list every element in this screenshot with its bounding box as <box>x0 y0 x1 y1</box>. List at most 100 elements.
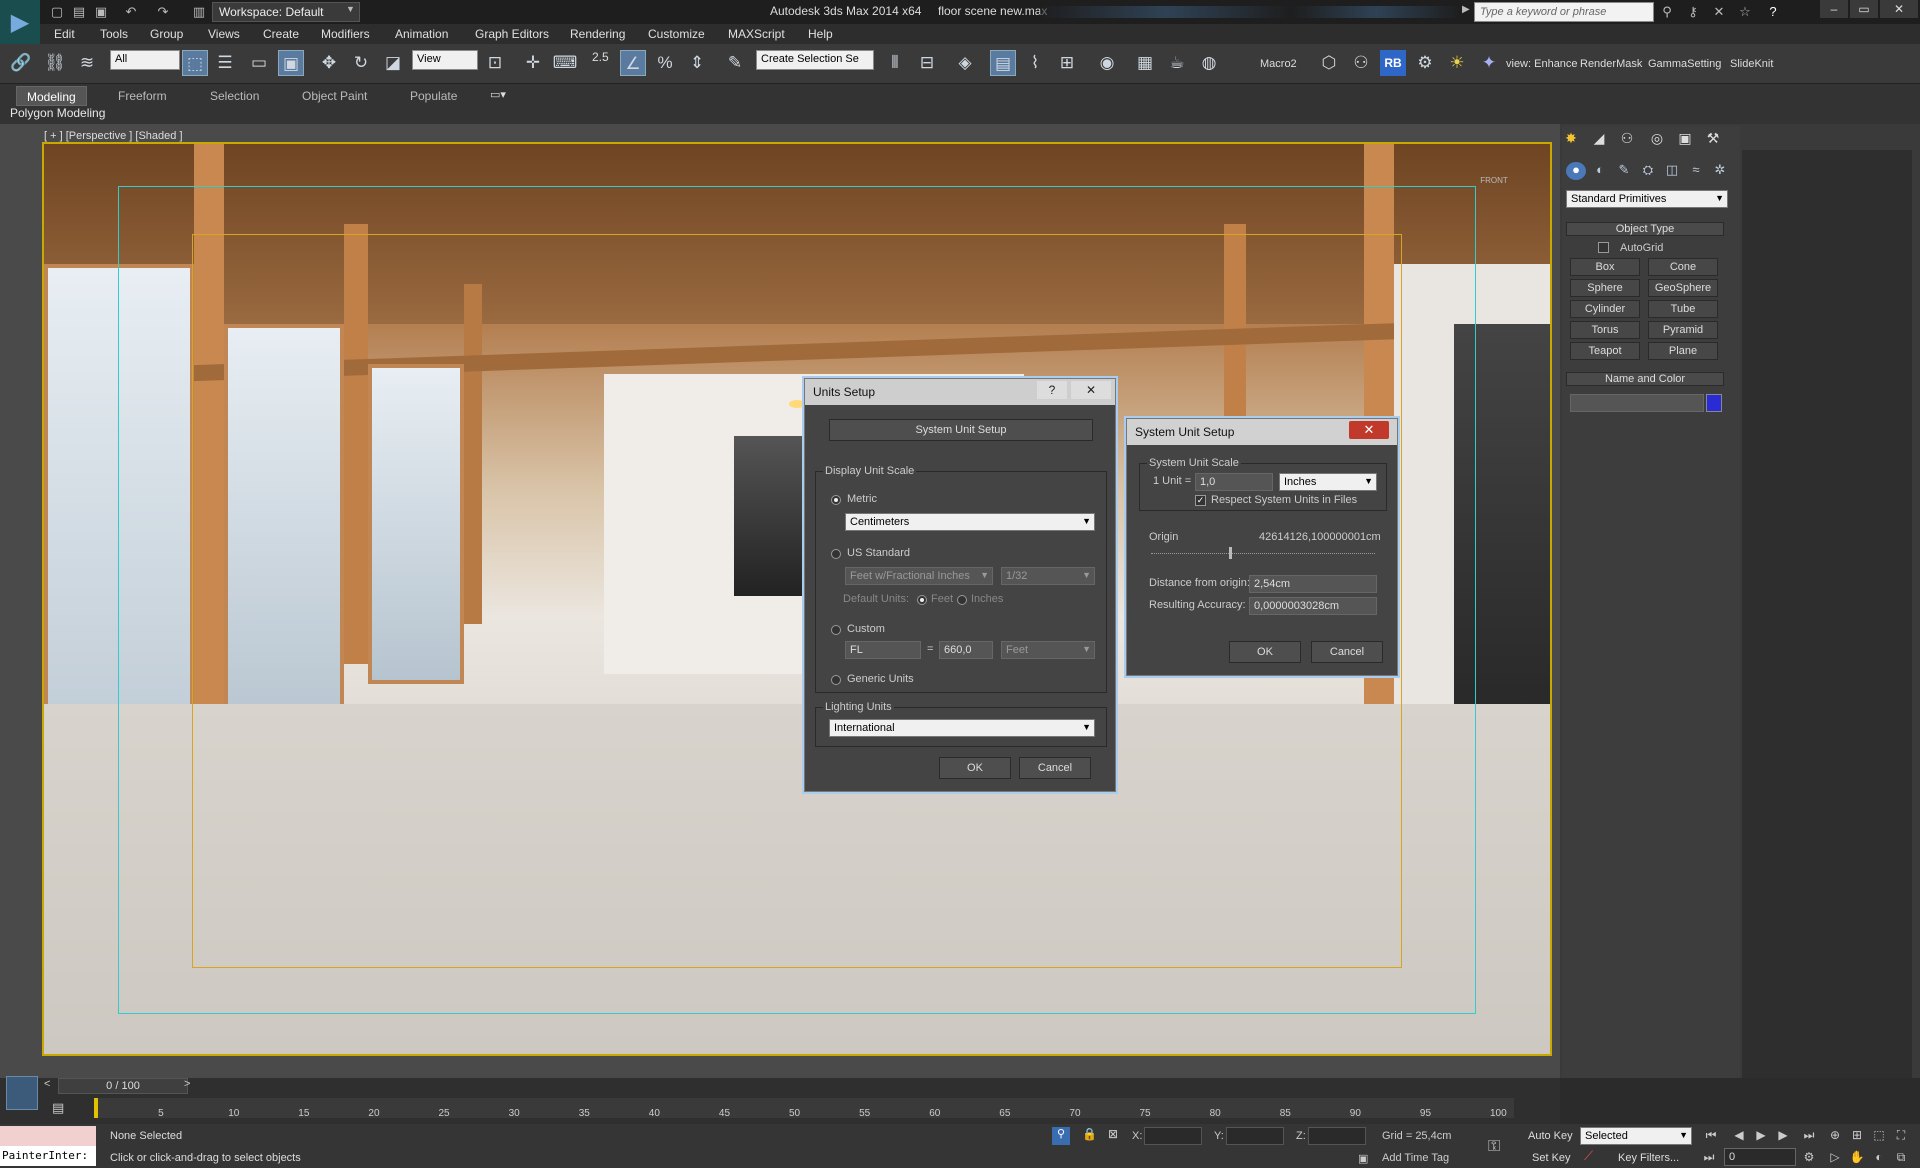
close-button[interactable]: ✕ <box>1071 381 1111 399</box>
select-by-name-icon[interactable]: ☰ <box>212 50 238 76</box>
enhance-view-icon[interactable]: ✦ <box>1476 50 1502 76</box>
close-window-button[interactable]: ✕ <box>1880 0 1918 18</box>
menu-views[interactable]: Views <box>208 27 240 41</box>
edit-named-selection-icon[interactable]: ✎ <box>722 50 748 76</box>
angle-snap-icon[interactable]: ∠ <box>620 50 646 76</box>
x-coordinate-field[interactable] <box>1144 1127 1202 1145</box>
time-slider-next-icon[interactable]: > <box>184 1078 190 1090</box>
menu-tools[interactable]: Tools <box>100 27 128 41</box>
render-production-icon[interactable]: ◍ <box>1196 50 1222 76</box>
ok-button[interactable]: OK <box>939 757 1011 779</box>
layer-manager-icon[interactable]: ◈ <box>952 50 978 76</box>
plane-button[interactable]: Plane <box>1648 342 1718 360</box>
binoculars-icon[interactable]: ⚲ <box>1658 3 1676 21</box>
isolate-selection-icon[interactable]: ⚲ <box>1052 1127 1070 1145</box>
auto-key-button[interactable]: Auto Key <box>1528 1130 1573 1142</box>
set-key-icon[interactable]: ⟋ <box>1584 1148 1602 1166</box>
reference-coordinate-dropdown[interactable]: View <box>412 50 478 70</box>
named-selection-dropdown[interactable]: Create Selection Se <box>756 50 874 70</box>
metric-radio[interactable] <box>831 495 841 505</box>
object-name-field[interactable] <box>1570 394 1704 412</box>
custom-unit-dropdown[interactable]: Feet ▼ <box>1001 641 1095 659</box>
toolbar-render-mask[interactable]: RenderMask <box>1580 58 1642 70</box>
viewport-label[interactable]: [ + ] [Perspective ] [Shaded ] <box>44 130 183 142</box>
menu-edit[interactable]: Edit <box>54 27 75 41</box>
geometry-icon[interactable]: ● <box>1566 162 1586 180</box>
respect-units-checkbox[interactable]: ✓ <box>1195 495 1206 506</box>
next-frame-icon[interactable]: ▶ <box>1774 1128 1792 1144</box>
rotate-icon[interactable]: ↻ <box>348 50 374 76</box>
menu-rendering[interactable]: Rendering <box>570 27 625 41</box>
spinner-snap-icon[interactable]: ⇕ <box>684 50 710 76</box>
default-inches-radio[interactable] <box>957 595 967 605</box>
maximize-button[interactable]: ▭ <box>1850 0 1878 18</box>
workspace-arrow-icon[interactable]: ▼ <box>346 4 358 20</box>
unit-type-dropdown[interactable]: Inches ▼ <box>1279 473 1377 491</box>
cancel-button[interactable]: Cancel <box>1019 757 1091 779</box>
current-frame-marker[interactable] <box>94 1098 98 1118</box>
select-manipulate-icon[interactable]: ✛ <box>520 50 546 76</box>
rendered-frame-window-icon[interactable]: ☕ <box>1164 50 1190 76</box>
key-icon[interactable]: ⚷ <box>1684 3 1702 21</box>
app-logo-icon[interactable]: ▶ <box>0 0 40 44</box>
sun-light-icon[interactable]: ☀ <box>1444 50 1470 76</box>
material-editor-icon[interactable]: ◉ <box>1094 50 1120 76</box>
distance-field[interactable]: 2,54cm <box>1249 575 1377 593</box>
project-folder-icon[interactable]: ▥ <box>190 3 208 21</box>
viewcube[interactable]: FRONT <box>1470 176 1518 206</box>
toolbar-gamma-setting[interactable]: GammaSetting <box>1648 58 1721 70</box>
zoom-icon[interactable]: ⊕ <box>1826 1128 1844 1144</box>
field-of-view-icon[interactable]: ▷ <box>1826 1150 1844 1166</box>
render-setup-icon[interactable]: ▦ <box>1132 50 1158 76</box>
cancel-button[interactable]: Cancel <box>1311 641 1383 663</box>
help-icon[interactable]: ? <box>1764 3 1782 21</box>
time-tag-icon[interactable]: ▣ <box>1358 1152 1368 1165</box>
us-standard-dropdown[interactable]: Feet w/Fractional Inches ▼ <box>845 567 993 585</box>
maxscript-listener-output[interactable] <box>0 1126 96 1146</box>
time-slider[interactable]: 0 / 100 <box>58 1078 188 1094</box>
save-file-icon[interactable]: ▣ <box>92 3 110 21</box>
hierarchy-tab-icon[interactable]: ⚇ <box>1616 130 1638 150</box>
toolbar-macro2[interactable]: Macro2 <box>1260 58 1297 70</box>
primitive-category-dropdown[interactable]: Standard Primitives ▼ <box>1566 190 1728 208</box>
pivot-point-icon[interactable]: ⊡ <box>482 50 508 76</box>
unit-value-field[interactable]: 1,0 <box>1195 473 1273 491</box>
display-tab-icon[interactable]: ▣ <box>1674 130 1696 150</box>
box-button[interactable]: Box <box>1570 258 1640 276</box>
toolbar-slide-knit[interactable]: SlideKnit <box>1730 58 1773 70</box>
communication-center-icon[interactable]: ✕ <box>1710 3 1728 21</box>
time-slider-prev-icon[interactable]: < <box>44 1078 50 1090</box>
ribbon-options-icon[interactable]: ▭▾ <box>490 88 506 101</box>
ribbon-tab-freeform[interactable]: Freeform <box>108 86 177 106</box>
geosphere-button[interactable]: GeoSphere <box>1648 279 1718 297</box>
selection-filter-dropdown[interactable]: All <box>110 50 180 70</box>
add-time-tag-button[interactable]: Add Time Tag <box>1382 1152 1449 1164</box>
select-object-icon[interactable]: ⬚ <box>182 50 208 76</box>
menu-graph-editors[interactable]: Graph Editors <box>475 27 549 41</box>
pyramid-button[interactable]: Pyramid <box>1648 321 1718 339</box>
close-button[interactable]: ✕ <box>1349 421 1389 439</box>
teapot-button[interactable]: Teapot <box>1570 342 1640 360</box>
custom-radio[interactable] <box>831 625 841 635</box>
menu-modifiers[interactable]: Modifiers <box>321 27 370 41</box>
new-file-icon[interactable]: ▢ <box>48 3 66 21</box>
us-standard-radio[interactable] <box>831 549 841 559</box>
workspace-dropdown[interactable]: Workspace: Default <box>212 2 360 22</box>
go-to-end-icon[interactable]: ⏭ <box>1800 1128 1818 1144</box>
select-and-link-icon[interactable]: 🔗 <box>8 50 34 76</box>
zoom-extents-icon[interactable]: ⬚ <box>1870 1128 1888 1144</box>
minimize-button[interactable]: – <box>1820 0 1848 18</box>
time-configuration-icon[interactable]: ⚙ <box>1800 1150 1818 1166</box>
key-mode-icon[interactable]: ⚿ <box>1488 1138 1500 1156</box>
generic-units-radio[interactable] <box>831 675 841 685</box>
rectangular-selection-icon[interactable]: ▭ <box>246 50 272 76</box>
set-key-button[interactable]: Set Key <box>1532 1152 1571 1164</box>
favorites-star-icon[interactable]: ☆ <box>1736 3 1754 21</box>
schematic-view-icon[interactable]: ⊞ <box>1054 50 1080 76</box>
object-color-swatch[interactable] <box>1706 394 1722 412</box>
ribbon-tab-populate[interactable]: Populate <box>400 86 467 106</box>
ribbon-tab-object-paint[interactable]: Object Paint <box>292 86 377 106</box>
menu-customize[interactable]: Customize <box>648 27 705 41</box>
network-tool-icon[interactable]: ⚙ <box>1412 50 1438 76</box>
menu-create[interactable]: Create <box>263 27 299 41</box>
